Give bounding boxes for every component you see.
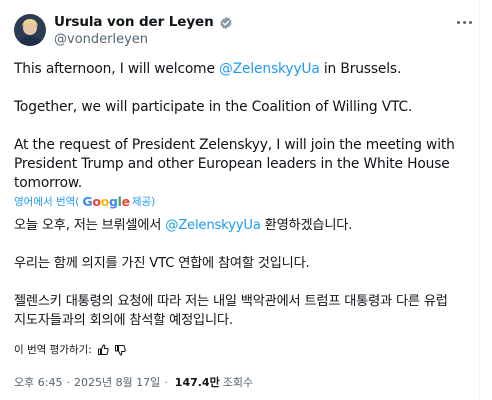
tweet-line-5: tomorrow. xyxy=(14,175,83,191)
verified-badge-icon xyxy=(219,15,233,30)
google-logo: Google xyxy=(82,194,130,209)
tweet: Ursula von der Leyen @vonderleyen This a… xyxy=(0,0,480,400)
translated-line-1-pre: 오늘 오후, 저는 브뤼셀에서 xyxy=(14,218,166,233)
author-handle[interactable]: @vonderleyen xyxy=(54,32,148,47)
separator-dot: · xyxy=(164,375,168,389)
translated-line-2: 우리는 함께 의지를 가진 VTC 연합에 참여할 것입니다. xyxy=(14,256,310,271)
more-options-icon[interactable] xyxy=(454,13,474,31)
translated-line-3: 젤렌스키 대통령의 요청에 따라 저는 내일 백악관에서 트럼프 대통령과 다른… xyxy=(14,294,448,309)
tweet-line-2: Together, we will participate in the Coa… xyxy=(14,99,413,115)
translated-by-google[interactable]: 영어에서 번역( Google 제공) xyxy=(14,194,155,209)
tweet-date[interactable]: 2025년 8월 17일 xyxy=(74,374,160,390)
tweet-line-4: President Trump and other European leade… xyxy=(14,156,450,172)
tweet-line-1-post: in Brussels. xyxy=(319,61,402,77)
translated-by-label: 영어에서 번역( xyxy=(14,196,80,208)
translated-line-4: 지도자들과의 회의에 참석할 예정입니다. xyxy=(14,313,233,328)
author-name-row: Ursula von der Leyen xyxy=(54,14,233,30)
translated-mention-link[interactable]: @ZelenskyyUa xyxy=(165,218,261,233)
translated-by-suffix: 제공) xyxy=(131,196,156,208)
thumbs-down-icon[interactable] xyxy=(114,344,126,356)
translated-line-1: 오늘 오후, 저는 브뤼셀에서 @ZelenskyyUa 환영하겠습니다. xyxy=(14,216,352,235)
tweet-meta: 오후 6:45 · 2025년 8월 17일 · 147.4만 조회수 xyxy=(14,374,253,390)
tweet-line-1: This afternoon, I will welcome @Zelensky… xyxy=(14,60,401,79)
separator-dot: · xyxy=(66,375,70,389)
translated-line-1-post: 환영하겠습니다. xyxy=(260,218,353,233)
tweet-line-1-pre: This afternoon, I will welcome xyxy=(14,61,220,77)
mention-link[interactable]: @ZelenskyyUa xyxy=(219,61,320,77)
view-count: 147.4만 xyxy=(174,376,220,389)
rate-translation-row: 이 번역 평가하기: xyxy=(14,342,126,357)
tweet-time[interactable]: 오후 6:45 xyxy=(14,374,62,390)
author-name[interactable]: Ursula von der Leyen xyxy=(54,14,214,30)
view-count-label: 조회수 xyxy=(222,376,254,389)
rate-translation-label: 이 번역 평가하기: xyxy=(14,344,92,356)
avatar[interactable] xyxy=(14,14,46,46)
thumbs-up-icon[interactable] xyxy=(97,344,109,356)
tweet-line-3: At the request of President Zelenskyy, I… xyxy=(14,137,455,153)
